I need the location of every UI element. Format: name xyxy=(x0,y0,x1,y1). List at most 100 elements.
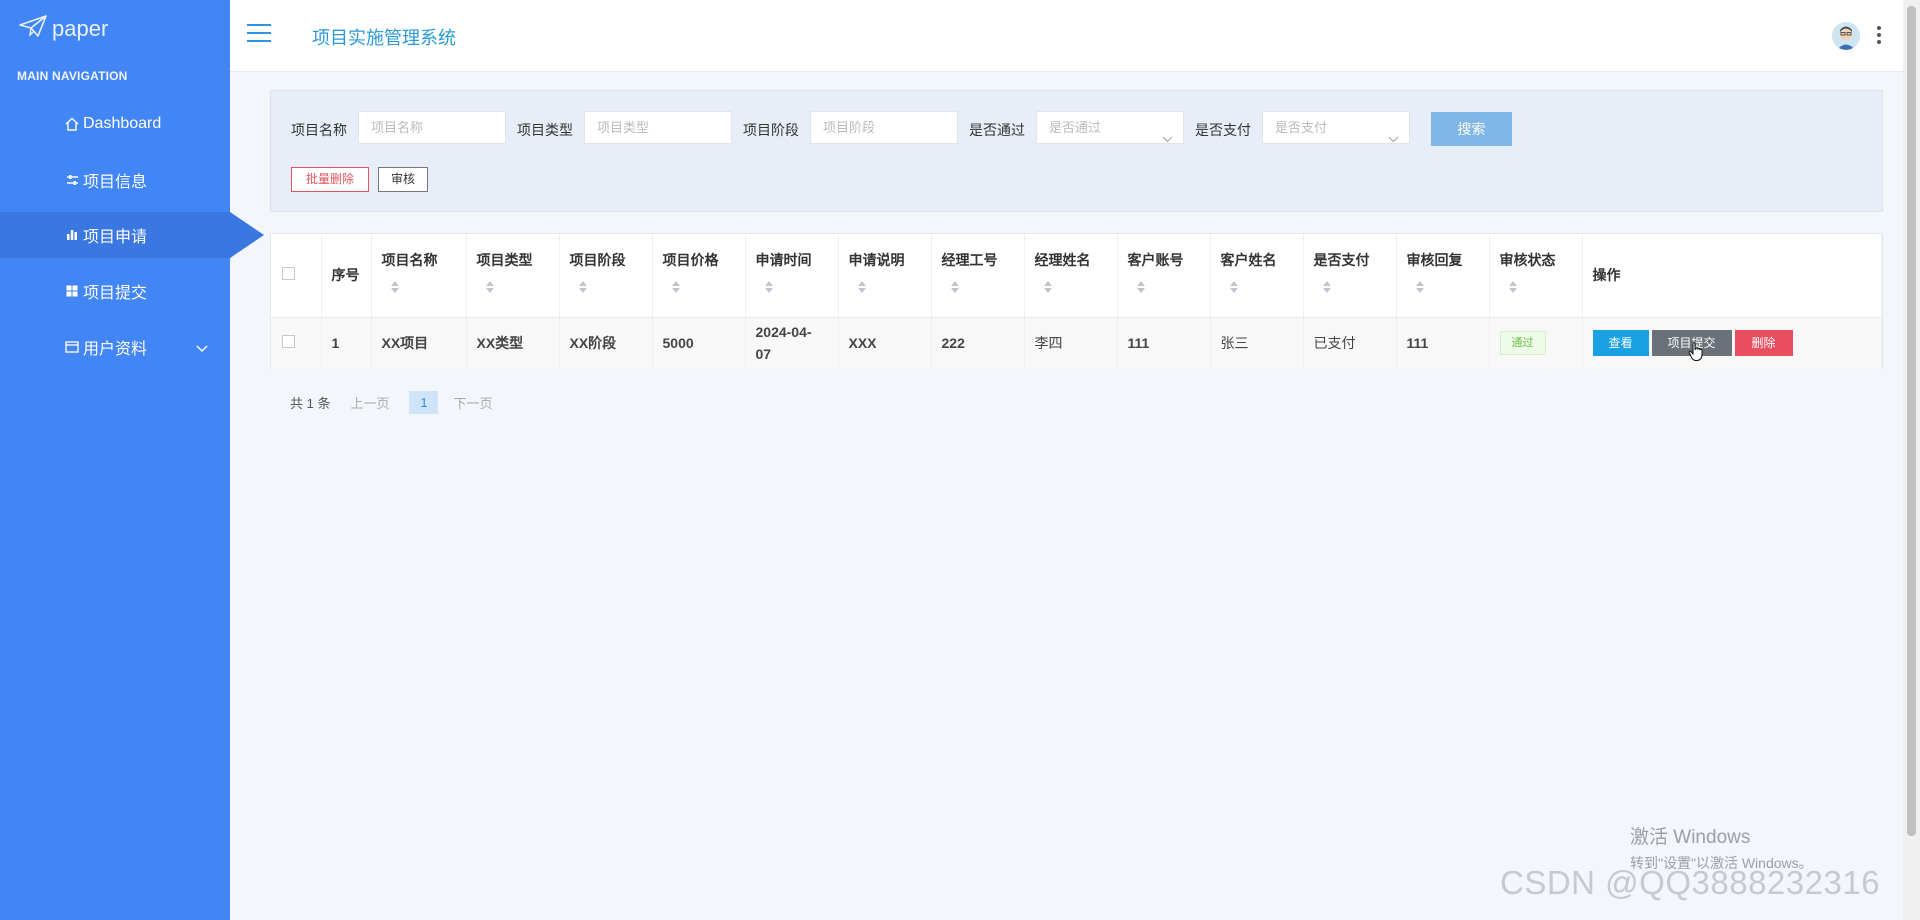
cell-manager-name: 李四 xyxy=(1024,317,1118,369)
sort-icon[interactable] xyxy=(1136,280,1146,294)
pagination: 共 1 条 上一页 1 下一页 xyxy=(290,391,493,414)
page-number-button[interactable]: 1 xyxy=(409,391,439,414)
column-header[interactable]: 项目类型 xyxy=(466,234,560,317)
card-icon xyxy=(63,341,81,353)
status-badge: 通过 xyxy=(1499,331,1546,356)
project-type-input[interactable]: 项目类型 xyxy=(584,111,732,144)
sort-icon[interactable] xyxy=(390,280,400,294)
column-header-label: 项目名称 xyxy=(381,252,438,268)
paid-select[interactable]: 是否支付 xyxy=(1262,111,1410,144)
select-all-checkbox[interactable] xyxy=(282,267,295,281)
sort-icon[interactable] xyxy=(950,280,960,294)
column-header-label: 申请说明 xyxy=(848,252,905,268)
hand-cursor-icon xyxy=(1688,342,1702,362)
cell-description: XXX xyxy=(838,317,932,369)
search-button[interactable]: 搜索 xyxy=(1431,112,1512,146)
apply-time-line2: 07 xyxy=(755,346,772,363)
column-header[interactable]: 申请说明 xyxy=(838,234,932,317)
column-header[interactable]: 经理工号 xyxy=(931,234,1025,317)
table-row: 1 XX项目 XX类型 XX阶段 5000 2024-04- 07 XXX 222… xyxy=(271,317,1882,369)
row-checkbox[interactable] xyxy=(282,335,295,349)
more-vertical-icon[interactable] xyxy=(1876,26,1882,44)
column-header[interactable]: 客户账号 xyxy=(1117,234,1211,317)
cell-customer-name: 张三 xyxy=(1210,317,1304,369)
app-title: 项目实施管理系统 xyxy=(312,28,456,48)
audit-button[interactable]: 审核 xyxy=(378,167,428,192)
sliders-icon xyxy=(63,174,81,186)
project-stage-input[interactable]: 项目阶段 xyxy=(810,111,958,144)
column-header: 序号 xyxy=(321,234,372,317)
sort-icon[interactable] xyxy=(1043,280,1053,294)
column-header[interactable]: 项目阶段 xyxy=(559,234,653,317)
avatar[interactable] xyxy=(1832,22,1860,50)
column-header-label: 申请时间 xyxy=(755,252,812,268)
select-all-checkbox-cell xyxy=(271,234,322,317)
project-stage-label: 项目阶段 xyxy=(743,122,799,138)
column-header[interactable]: 经理姓名 xyxy=(1024,234,1118,317)
column-header[interactable]: 项目价格 xyxy=(652,234,746,317)
sort-icon[interactable] xyxy=(1229,280,1239,294)
project-name-input[interactable]: 项目名称 xyxy=(358,111,506,144)
table-header-row: 序号 项目名称 项目类型 项目阶段 项目价格 申请时间 申请说明 经理工号 经理… xyxy=(271,234,1882,317)
sort-icon[interactable] xyxy=(1508,280,1518,294)
active-indicator xyxy=(230,212,264,258)
next-page-button[interactable]: 下一页 xyxy=(453,393,492,412)
sidebar-item-project-submit[interactable]: 项目提交 xyxy=(0,268,230,314)
pagination-total: 共 1 条 xyxy=(290,396,331,411)
column-header[interactable]: 是否支付 xyxy=(1303,234,1397,317)
sort-icon[interactable] xyxy=(1322,280,1332,294)
scrollbar-thumb[interactable] xyxy=(1907,6,1916,836)
approved-select[interactable]: 是否通过 xyxy=(1036,111,1184,144)
column-header[interactable]: 项目名称 xyxy=(371,234,467,317)
sort-icon[interactable] xyxy=(764,280,774,294)
column-header-label: 客户姓名 xyxy=(1220,252,1277,268)
chevron-down-icon[interactable] xyxy=(196,340,208,358)
sidebar-item-dashboard[interactable]: Dashboard xyxy=(0,101,230,147)
bar-chart-icon xyxy=(63,229,81,241)
data-table: 序号 项目名称 项目类型 项目阶段 项目价格 申请时间 申请说明 经理工号 经理… xyxy=(270,233,1883,369)
csdn-watermark: CSDN @QQ3888232316 xyxy=(1500,864,1881,901)
cell-project-name: XX项目 xyxy=(371,317,467,369)
column-header-label: 项目类型 xyxy=(476,252,533,268)
nav-section-title: MAIN NAVIGATION xyxy=(17,69,128,83)
column-header-label: 是否支付 xyxy=(1313,252,1370,268)
page-scrollbar[interactable] xyxy=(1903,0,1920,920)
grid-icon xyxy=(63,285,81,297)
column-header-label: 审核状态 xyxy=(1499,252,1556,268)
sidebar-item-label: Dashboard xyxy=(83,115,162,132)
column-header[interactable]: 申请时间 xyxy=(745,234,839,317)
sidebar-item-user-profile[interactable]: 用户资料 xyxy=(0,324,230,370)
column-header-label: 经理工号 xyxy=(941,252,998,268)
home-icon xyxy=(63,117,81,131)
sidebar-item-project-apply[interactable]: 项目申请 xyxy=(0,212,264,258)
paid-select-value: 是否支付 xyxy=(1275,120,1328,135)
logo[interactable]: paper xyxy=(18,14,108,43)
cell-customer-account: 111 xyxy=(1117,317,1211,369)
sidebar: paper MAIN NAVIGATION Dashboard 项目信息 项目申… xyxy=(0,0,264,920)
cell-audit-status: 通过 xyxy=(1489,317,1583,369)
cell-index: 1 xyxy=(321,317,372,369)
menu-toggle-icon[interactable] xyxy=(247,24,271,44)
column-header[interactable]: 客户姓名 xyxy=(1210,234,1304,317)
batch-delete-button[interactable]: 批量删除 xyxy=(291,167,369,192)
prev-page-button[interactable]: 上一页 xyxy=(350,393,389,412)
column-header-label: 序号 xyxy=(331,267,360,284)
sort-icon[interactable] xyxy=(1415,280,1425,294)
sort-icon[interactable] xyxy=(578,280,588,294)
approved-select-value: 是否通过 xyxy=(1049,120,1102,135)
delete-button[interactable]: 删除 xyxy=(1734,330,1793,357)
sort-icon[interactable] xyxy=(857,280,867,294)
sidebar-item-project-info[interactable]: 项目信息 xyxy=(0,157,230,203)
chevron-down-icon xyxy=(1162,123,1173,154)
project-type-label: 项目类型 xyxy=(517,122,573,138)
sort-icon[interactable] xyxy=(671,280,681,294)
sort-icon[interactable] xyxy=(485,280,495,294)
column-header[interactable]: 审核状态 xyxy=(1489,234,1583,317)
sidebar-item-label: 用户资料 xyxy=(83,341,148,358)
chevron-down-icon xyxy=(1388,123,1399,154)
project-submit-button[interactable]: 项目提交 xyxy=(1651,330,1732,362)
column-header-label: 项目价格 xyxy=(662,252,719,268)
apply-time-line1: 2024-04- xyxy=(755,324,812,341)
view-button[interactable]: 查看 xyxy=(1592,330,1649,357)
column-header[interactable]: 审核回复 xyxy=(1396,234,1490,317)
